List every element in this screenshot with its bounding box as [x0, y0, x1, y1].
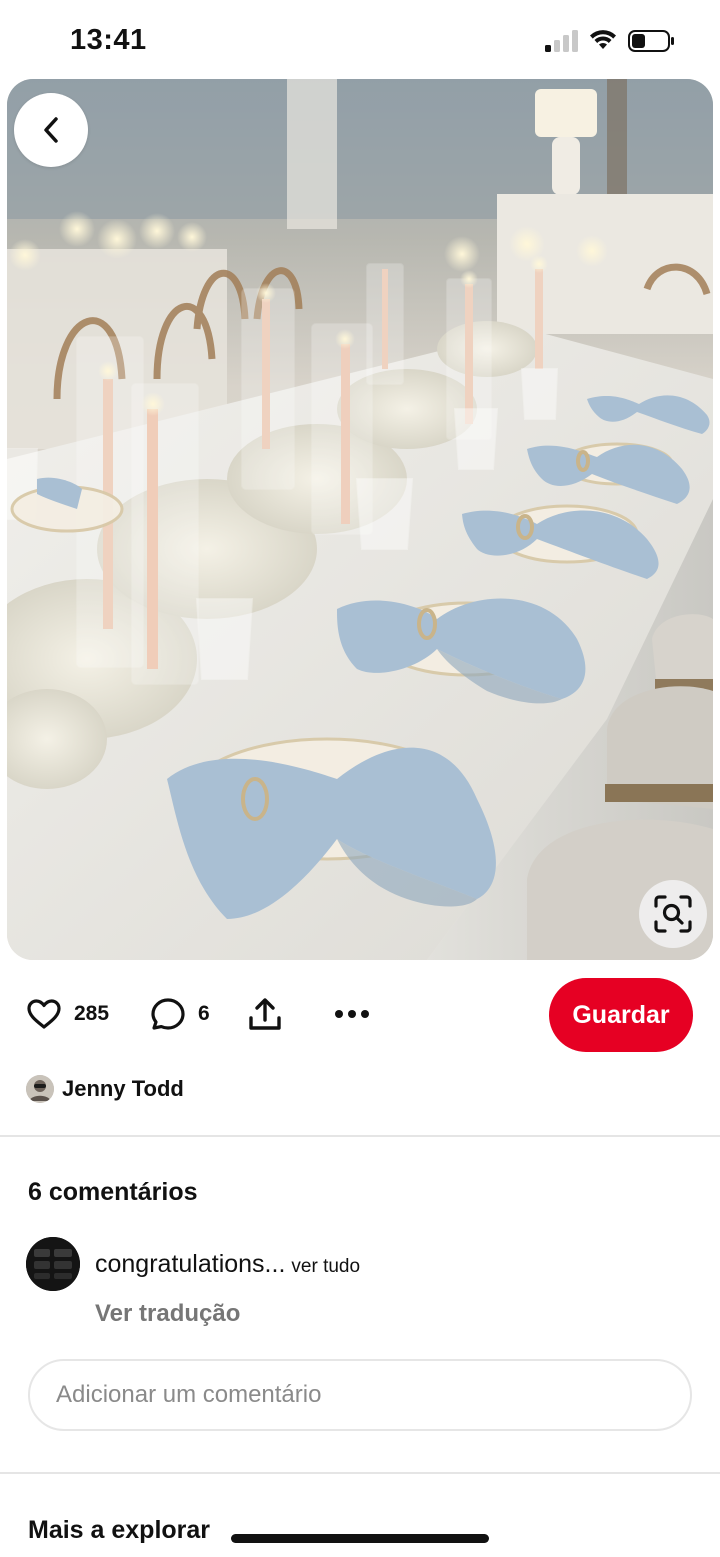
more-options-button[interactable] — [334, 1005, 370, 1023]
like-button[interactable]: 285 — [26, 998, 109, 1030]
comment-count: 6 — [198, 1002, 210, 1025]
see-all-link[interactable]: ver tudo — [291, 1256, 360, 1277]
heart-icon — [27, 999, 61, 1029]
more-to-explore-heading: Mais a explorar — [28, 1516, 211, 1544]
comments-heading: 6 comentários — [28, 1178, 198, 1206]
visual-search-button[interactable] — [639, 880, 707, 948]
see-translation-link[interactable]: Ver tradução — [95, 1300, 240, 1328]
author-row[interactable]: Jenny Todd — [26, 1072, 184, 1106]
comment-bubble-icon — [151, 998, 185, 1030]
commenter-avatar[interactable] — [26, 1237, 80, 1291]
like-count: 285 — [74, 1002, 110, 1025]
comments-button[interactable]: 6 — [150, 997, 210, 1031]
section-divider — [0, 1472, 720, 1474]
author-name[interactable]: Jenny Todd — [62, 1076, 184, 1102]
more-dots-icon — [335, 1010, 369, 1018]
add-comment-input[interactable] — [28, 1359, 692, 1431]
pin-image[interactable] — [7, 79, 713, 960]
section-divider — [0, 1135, 720, 1137]
back-button[interactable] — [14, 93, 88, 167]
visual-search-lens-icon — [654, 895, 692, 933]
chevron-left-icon — [44, 117, 58, 143]
status-time: 13:41 — [70, 24, 147, 56]
author-avatar[interactable] — [26, 1075, 54, 1103]
status-bar: 13:41 — [0, 0, 720, 80]
save-button[interactable]: Guardar — [549, 978, 693, 1052]
comment-body: congratulations... ver tudo — [95, 1250, 360, 1279]
wedding-table-photo — [7, 79, 713, 960]
comment-item: congratulations... ver tudo — [26, 1237, 686, 1297]
wifi-icon — [590, 30, 616, 49]
share-button[interactable] — [247, 996, 283, 1032]
cellular-signal-icon — [545, 30, 578, 52]
battery-icon — [628, 30, 674, 52]
home-indicator[interactable] — [231, 1534, 489, 1543]
comment-text: congratulations... — [95, 1250, 286, 1278]
share-upload-icon — [249, 998, 281, 1030]
